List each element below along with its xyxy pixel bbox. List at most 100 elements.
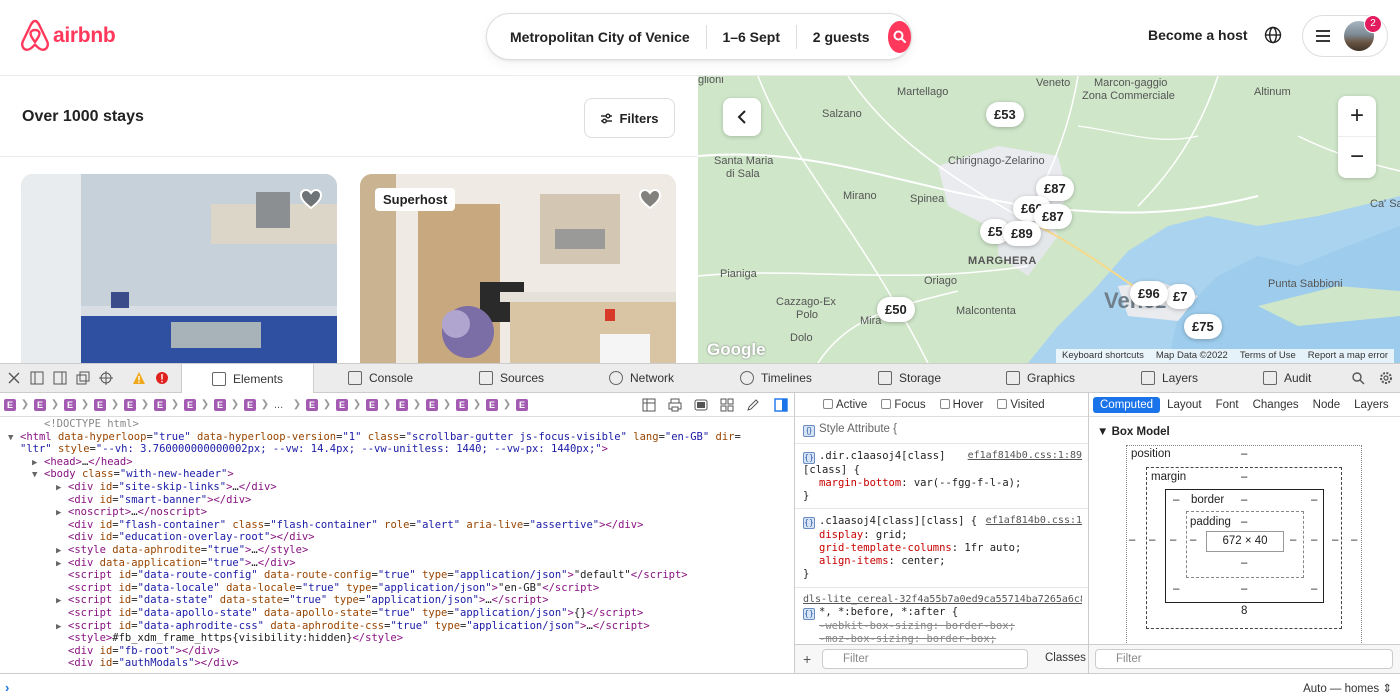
breadcrumb-element[interactable]: E bbox=[486, 398, 498, 411]
console-prompt-bar[interactable]: › Auto — homes ⇕ bbox=[0, 673, 1400, 700]
listing-photo[interactable] bbox=[21, 174, 337, 363]
tab-elements[interactable]: Elements bbox=[181, 364, 314, 393]
css-source-link[interactable]: ef1af814b0.css:1:89 bbox=[968, 450, 1082, 463]
filters-button[interactable]: Filters bbox=[584, 98, 675, 138]
add-rule-icon[interactable]: + bbox=[803, 651, 811, 667]
dom-node-line[interactable]: ▶ <div data-application="true">…</div> bbox=[0, 557, 794, 570]
price-pin[interactable]: £53 bbox=[986, 102, 1024, 127]
search-location[interactable]: Metropolitan City of Venice bbox=[487, 25, 706, 49]
css-source-link[interactable]: ef1af814b0.css:1 bbox=[986, 515, 1082, 528]
breadcrumb-element[interactable]: E bbox=[396, 398, 408, 411]
crosshair-icon[interactable] bbox=[99, 371, 113, 385]
price-pin[interactable]: £50 bbox=[877, 297, 915, 322]
dom-node-line[interactable]: <script id="data-locale" data-locale="tr… bbox=[0, 582, 794, 595]
box-model-content[interactable]: 672 × 40 bbox=[1206, 531, 1284, 552]
dom-node-line[interactable]: <div id="fb-root"></div> bbox=[0, 645, 794, 658]
breadcrumb-element[interactable]: E bbox=[154, 398, 166, 411]
dom-node-line[interactable]: <script id="data-route-config" data-rout… bbox=[0, 569, 794, 582]
breadcrumb-element[interactable]: E bbox=[306, 398, 318, 411]
breadcrumb-element[interactable]: E bbox=[4, 398, 16, 411]
pseudo-checkbox-focus[interactable]: Focus bbox=[881, 398, 926, 411]
execution-context-select[interactable]: Auto — homes ⇕ bbox=[1303, 681, 1392, 695]
zoom-out-button[interactable]: − bbox=[1338, 137, 1376, 178]
breadcrumb-element[interactable]: E bbox=[64, 398, 76, 411]
dom-node-line[interactable]: ▶ <script id="data-aphrodite-css" data-ap… bbox=[0, 620, 794, 633]
undock-icon[interactable] bbox=[76, 371, 90, 385]
tab-computed[interactable]: Computed bbox=[1093, 396, 1161, 413]
listing-photo[interactable]: Superhost bbox=[360, 174, 676, 363]
tab-storage[interactable]: Storage bbox=[878, 364, 941, 392]
pseudo-checkbox-visited[interactable]: Visited bbox=[997, 398, 1045, 411]
breadcrumb-element[interactable]: E bbox=[426, 398, 438, 411]
dom-node-line[interactable]: <!DOCTYPE html> bbox=[0, 418, 794, 431]
css-value[interactable]: var(--fgg-f-l-a); bbox=[914, 477, 1021, 489]
computed-filter-input[interactable]: Filter bbox=[1095, 649, 1393, 669]
heart-icon[interactable] bbox=[638, 188, 662, 210]
breadcrumb-element[interactable]: E bbox=[456, 398, 468, 411]
heart-icon[interactable] bbox=[299, 188, 323, 210]
dom-node-line[interactable]: <style>#fb_xdm_frame_https{visibility:hi… bbox=[0, 632, 794, 645]
tab-audit[interactable]: Audit bbox=[1263, 364, 1311, 392]
map-back-button[interactable] bbox=[723, 98, 761, 136]
pseudo-checkbox-hover[interactable]: Hover bbox=[939, 398, 983, 411]
dom-node-line[interactable]: <script id="data-apollo-state" data-apol… bbox=[0, 607, 794, 620]
tab-font[interactable]: Font bbox=[1209, 397, 1246, 413]
user-menu-button[interactable]: 2 bbox=[1302, 15, 1388, 57]
breadcrumb-element[interactable]: E bbox=[516, 398, 528, 411]
dom-node-line[interactable]: ▶ <script id="data-state" data-state="tru… bbox=[0, 594, 794, 607]
dock-bottom-icon[interactable] bbox=[30, 371, 44, 385]
search-icon[interactable] bbox=[1351, 371, 1365, 385]
box-model-heading[interactable]: ▼ Box Model bbox=[1097, 426, 1170, 438]
gear-icon[interactable] bbox=[1379, 371, 1393, 385]
dom-node-line[interactable]: <div id="flash-container" class="flash-c… bbox=[0, 519, 794, 532]
tab-console[interactable]: Console bbox=[348, 364, 413, 392]
dock-side-icon[interactable] bbox=[53, 371, 67, 385]
print-icon[interactable] bbox=[668, 398, 682, 412]
become-host-link[interactable]: Become a host bbox=[1148, 27, 1248, 43]
tab-layers[interactable]: Layers bbox=[1347, 397, 1396, 413]
screenshot-icon[interactable] bbox=[694, 398, 708, 412]
price-pin[interactable]: £7 bbox=[1165, 284, 1196, 309]
breadcrumb-element[interactable]: E bbox=[184, 398, 196, 411]
breadcrumb-element[interactable]: E bbox=[214, 398, 226, 411]
layout-icon[interactable] bbox=[720, 398, 734, 412]
dom-node-line[interactable]: <div id="smart-banner"></div> bbox=[0, 494, 794, 507]
tab-changes[interactable]: Changes bbox=[1246, 397, 1306, 413]
dom-node-line[interactable]: ▶ <style data-aphrodite="true">…</style> bbox=[0, 544, 794, 557]
css-rule[interactable]: dls-lite_cereal-32f4a55b7a0ed9ca55714ba7… bbox=[795, 588, 1088, 652]
sidebar-toggle-icon[interactable] bbox=[774, 397, 788, 412]
tab-layers[interactable]: Layers bbox=[1141, 364, 1198, 392]
breadcrumb-element[interactable]: E bbox=[124, 398, 136, 411]
search-guests[interactable]: 2 guests bbox=[797, 25, 886, 49]
breadcrumb-element[interactable]: E bbox=[34, 398, 46, 411]
dom-node-line[interactable]: <div id="authModals"></div> bbox=[0, 657, 794, 670]
tab-network[interactable]: Network bbox=[609, 364, 674, 392]
zoom-in-button[interactable]: + bbox=[1338, 96, 1376, 137]
tab-timelines[interactable]: Timelines bbox=[740, 364, 812, 392]
keyboard-shortcuts-link[interactable]: Keyboard shortcuts bbox=[1062, 349, 1144, 363]
style-attribute-rule[interactable]: {} Style Attribute { bbox=[795, 417, 1088, 444]
css-overridden-declaration[interactable]: -webkit-box-sizing: border-box; bbox=[803, 620, 1082, 633]
dom-node-line[interactable]: ▶ <head>…</head> bbox=[0, 456, 794, 469]
css-rule[interactable]: ef1af814b0.css:1:89 {} .dir.c1aasoj4[clas… bbox=[795, 444, 1088, 510]
dom-node-line[interactable]: ▼ <body class="with-new-header"> bbox=[0, 468, 794, 481]
css-property[interactable]: align-items bbox=[819, 555, 889, 567]
search-dates[interactable]: 1–6 Sept bbox=[706, 25, 796, 49]
dom-node-line[interactable]: ▶ <noscript>…</noscript> bbox=[0, 506, 794, 519]
price-pin[interactable]: £75 bbox=[1184, 314, 1222, 339]
warning-icon[interactable] bbox=[132, 371, 146, 385]
airbnb-logo[interactable]: airbnb bbox=[20, 19, 116, 52]
breadcrumb-element[interactable]: E bbox=[94, 398, 106, 411]
terms-link[interactable]: Terms of Use bbox=[1240, 349, 1296, 363]
css-source-link[interactable]: dls-lite_cereal-32f4a55b7a0ed9ca55714ba7… bbox=[803, 594, 1082, 607]
map-panel[interactable]: glioni Martellago Veneto Marcon-gaggio Z… bbox=[698, 76, 1400, 363]
css-property[interactable]: margin-bottom bbox=[819, 477, 901, 489]
price-pin[interactable]: £96 bbox=[1130, 281, 1168, 306]
dom-node-line[interactable]: <div id="education-overlay-root"></div> bbox=[0, 531, 794, 544]
styles-filter-input[interactable]: Filter bbox=[822, 649, 1028, 669]
dom-node-line[interactable]: ▼ <html data-hyperloop="true" data-hyperl… bbox=[0, 431, 794, 444]
dom-tree[interactable]: <!DOCTYPE html> ▼ <html data-hyperloop="tr… bbox=[0, 418, 794, 673]
grid-overlay-icon[interactable] bbox=[642, 398, 656, 412]
tab-layout[interactable]: Layout bbox=[1160, 397, 1209, 413]
search-bar[interactable]: Metropolitan City of Venice 1–6 Sept 2 g… bbox=[486, 13, 912, 60]
